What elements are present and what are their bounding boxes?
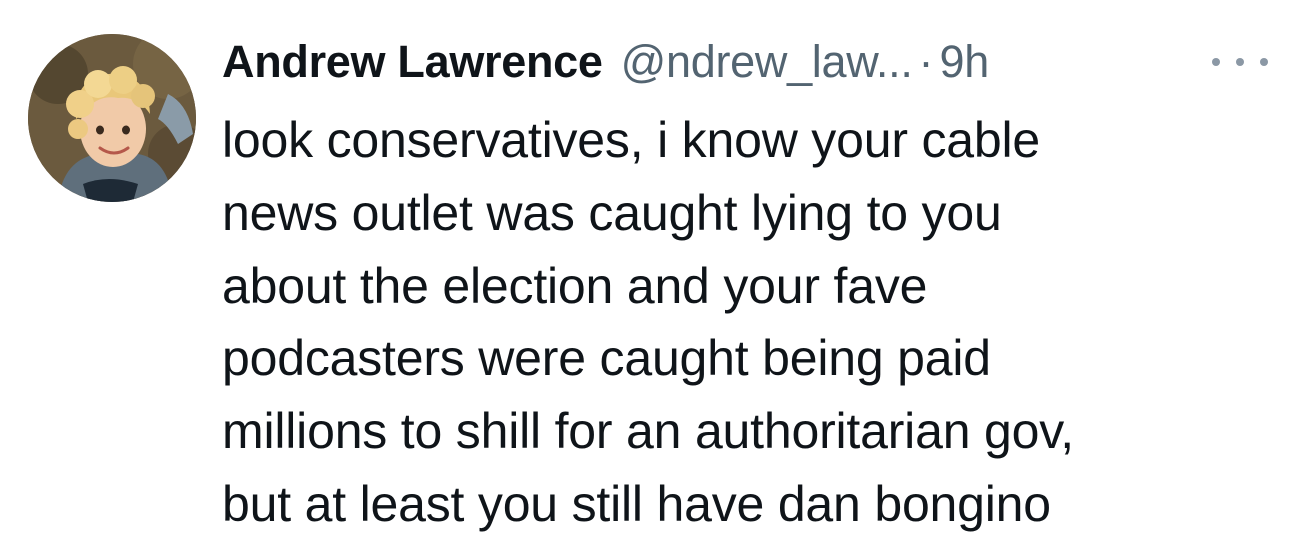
tweet-text-line: millions to shill for an authoritarian g…: [222, 403, 1074, 460]
more-dot-2: [1236, 58, 1244, 66]
tweet-text: look conservatives, i know your cable ne…: [222, 104, 1272, 541]
tweet-card[interactable]: Andrew Lawrence @ndrew_law... · 9h look …: [0, 0, 1290, 552]
avatar[interactable]: [28, 34, 196, 202]
tweet-text-line: about the election and your fave: [222, 257, 928, 314]
tweet-text-line: news outlet was caught lying to you: [222, 184, 1002, 241]
more-dot-3: [1260, 58, 1268, 66]
tweet-text-line: podcasters were caught being paid: [222, 330, 991, 387]
tweet-text-line: look conservatives, i know your cable: [222, 112, 1040, 168]
separator-dot: ·: [918, 36, 934, 87]
author-handle[interactable]: @ndrew_law...: [621, 36, 913, 88]
author-name[interactable]: Andrew Lawrence: [222, 36, 603, 88]
tweet-header: Andrew Lawrence @ndrew_law... · 9h: [222, 34, 989, 90]
more-dot-1: [1212, 58, 1220, 66]
timestamp[interactable]: 9h: [940, 36, 990, 88]
more-options-icon[interactable]: [1212, 48, 1268, 76]
tweet-text-line: but at least you still have dan bongino: [222, 475, 1051, 532]
child-portrait-avatar-icon: [28, 34, 196, 202]
